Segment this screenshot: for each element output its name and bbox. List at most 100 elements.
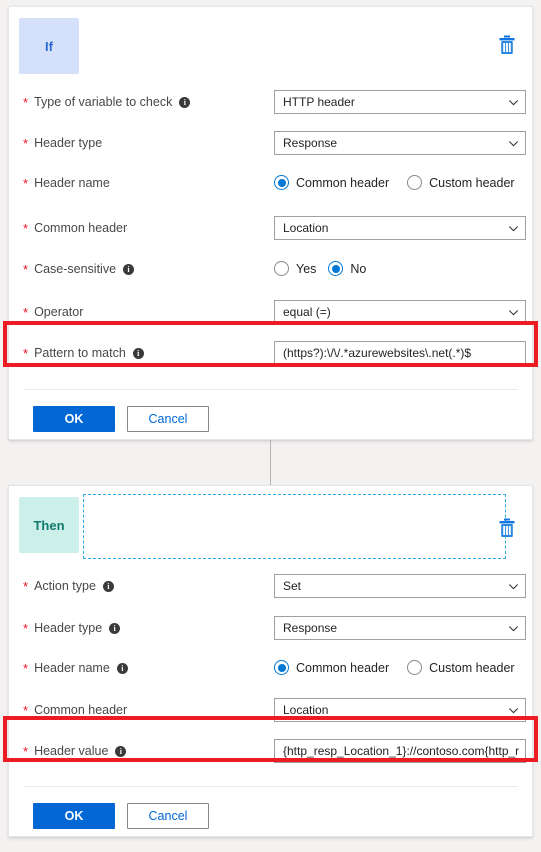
dropdown-common-header[interactable]: Location: [274, 216, 526, 240]
required-asterisk: *: [23, 743, 29, 759]
cancel-button[interactable]: Cancel: [127, 406, 209, 432]
then-action-card: Then * Action type i Set * Header type i…: [8, 485, 533, 837]
radio-label: Common header: [296, 660, 390, 675]
label-text: Common header: [34, 703, 128, 717]
dropdown-value: Location: [283, 221, 329, 235]
radio-indicator: [407, 175, 423, 190]
radio-then-custom-header[interactable]: Custom header: [407, 660, 515, 675]
dropdown-then-header-type[interactable]: Response: [274, 616, 526, 640]
trash-icon[interactable]: [498, 518, 516, 538]
dropdown-header-type[interactable]: Response: [274, 131, 526, 155]
dropdown-value: Response: [283, 136, 338, 150]
if-badge: If: [19, 18, 79, 74]
input-value: (https?):\/\/.*azurewebsites\.net(.*)$: [283, 346, 472, 360]
label-text: Header name: [34, 176, 110, 190]
field-row-header-value: * Header value i {http_resp_Location_1}:…: [9, 734, 532, 768]
radio-indicator: [407, 660, 423, 675]
radio-case-sensitive-no[interactable]: No: [328, 261, 366, 276]
label-text: Header type: [34, 136, 103, 150]
chevron-down-icon: [508, 623, 519, 634]
label-text: Action type: [34, 579, 96, 593]
if-condition-card: If * Type of variable to check i HTTP he…: [8, 6, 533, 440]
required-asterisk: *: [23, 702, 29, 718]
action-dropzone[interactable]: [83, 494, 506, 559]
info-icon[interactable]: i: [109, 622, 121, 634]
dropdown-operator[interactable]: equal (=): [274, 300, 526, 324]
ok-button[interactable]: OK: [33, 803, 115, 829]
label-pattern-to-match: * Pattern to match i: [23, 346, 144, 360]
info-icon[interactable]: i: [115, 745, 127, 757]
field-row-header-type: * Header type Response: [9, 126, 532, 160]
label-then-header-type: * Header type i: [23, 621, 121, 635]
required-asterisk: *: [23, 578, 29, 594]
label-then-header-name: * Header name i: [23, 661, 128, 675]
radio-indicator: [328, 261, 344, 276]
label-case-sensitive: * Case-sensitive i: [23, 262, 135, 276]
dropdown-value: HTTP header: [283, 95, 355, 109]
dropdown-type-of-variable[interactable]: HTTP header: [274, 90, 526, 114]
required-asterisk: *: [23, 304, 29, 320]
label-text: Common header: [34, 221, 128, 235]
if-card-button-bar: OK Cancel: [33, 406, 209, 432]
radio-indicator: [274, 660, 289, 675]
chevron-down-icon: [508, 705, 519, 716]
label-text: Header name: [34, 661, 110, 675]
field-row-header-name: * Header name Common header Custom heade…: [9, 166, 532, 200]
required-asterisk: *: [23, 660, 29, 676]
field-row-then-header-name: * Header name i Common header Custom hea…: [9, 651, 532, 685]
label-text: Type of variable to check: [34, 95, 173, 109]
chevron-down-icon: [508, 97, 519, 108]
required-asterisk: *: [23, 220, 29, 236]
ok-button[interactable]: OK: [33, 406, 115, 432]
label-header-type: * Header type: [23, 136, 102, 150]
required-asterisk: *: [23, 135, 29, 151]
radio-group-case-sensitive: Yes No: [274, 261, 366, 276]
info-icon[interactable]: i: [116, 662, 128, 674]
radio-label: No: [350, 261, 367, 276]
label-type-of-variable: * Type of variable to check i: [23, 94, 191, 110]
label-text: Header type: [34, 621, 103, 635]
dropdown-value: Set: [283, 579, 302, 593]
radio-case-sensitive-yes[interactable]: Yes: [274, 261, 316, 276]
radio-label: Custom header: [429, 175, 515, 190]
then-card-button-bar: OK Cancel: [33, 803, 209, 829]
label-header-value: * Header value i: [23, 743, 127, 759]
card-connector-line: [270, 440, 271, 486]
label-text: Case-sensitive: [34, 262, 117, 276]
label-common-header: * Common header: [23, 221, 127, 235]
then-badge: Then: [19, 497, 79, 553]
field-row-then-header-type: * Header type i Response: [9, 611, 532, 645]
radio-common-header[interactable]: Common header: [274, 175, 389, 190]
dropdown-then-common-header[interactable]: Location: [274, 698, 526, 722]
required-asterisk: *: [23, 94, 29, 110]
field-row-type-of-variable: * Type of variable to check i HTTP heade…: [9, 85, 532, 119]
chevron-down-icon: [508, 223, 519, 234]
info-icon[interactable]: i: [179, 96, 191, 108]
info-icon[interactable]: i: [102, 580, 114, 592]
radio-indicator: [274, 261, 289, 276]
label-then-common-header: * Common header: [23, 703, 127, 717]
radio-then-common-header[interactable]: Common header: [274, 660, 389, 675]
dropdown-action-type[interactable]: Set: [274, 574, 526, 598]
cancel-button[interactable]: Cancel: [127, 803, 209, 829]
label-operator: * Operator: [23, 305, 83, 319]
divider: [23, 389, 518, 390]
label-text: Header value: [34, 744, 109, 758]
if-badge-label: If: [45, 38, 53, 54]
field-row-then-common-header: * Common header Location: [9, 693, 532, 727]
input-header-value[interactable]: {http_resp_Location_1}://contoso.com{htt…: [274, 739, 526, 763]
chevron-down-icon: [508, 138, 519, 149]
trash-icon[interactable]: [498, 35, 516, 55]
radio-group-header-name: Common header Custom header: [274, 175, 515, 190]
field-row-case-sensitive: * Case-sensitive i Yes No: [9, 252, 532, 286]
field-row-action-type: * Action type i Set: [9, 569, 532, 603]
info-icon[interactable]: i: [123, 263, 135, 275]
field-row-operator: * Operator equal (=): [9, 295, 532, 329]
radio-custom-header[interactable]: Custom header: [407, 175, 515, 190]
required-asterisk: *: [23, 345, 29, 361]
dropdown-value: Location: [283, 703, 329, 717]
label-text: Pattern to match: [34, 346, 126, 360]
input-pattern-to-match[interactable]: (https?):\/\/.*azurewebsites\.net(.*)$: [274, 341, 526, 365]
info-icon[interactable]: i: [132, 347, 144, 359]
radio-label: Custom header: [429, 660, 515, 675]
